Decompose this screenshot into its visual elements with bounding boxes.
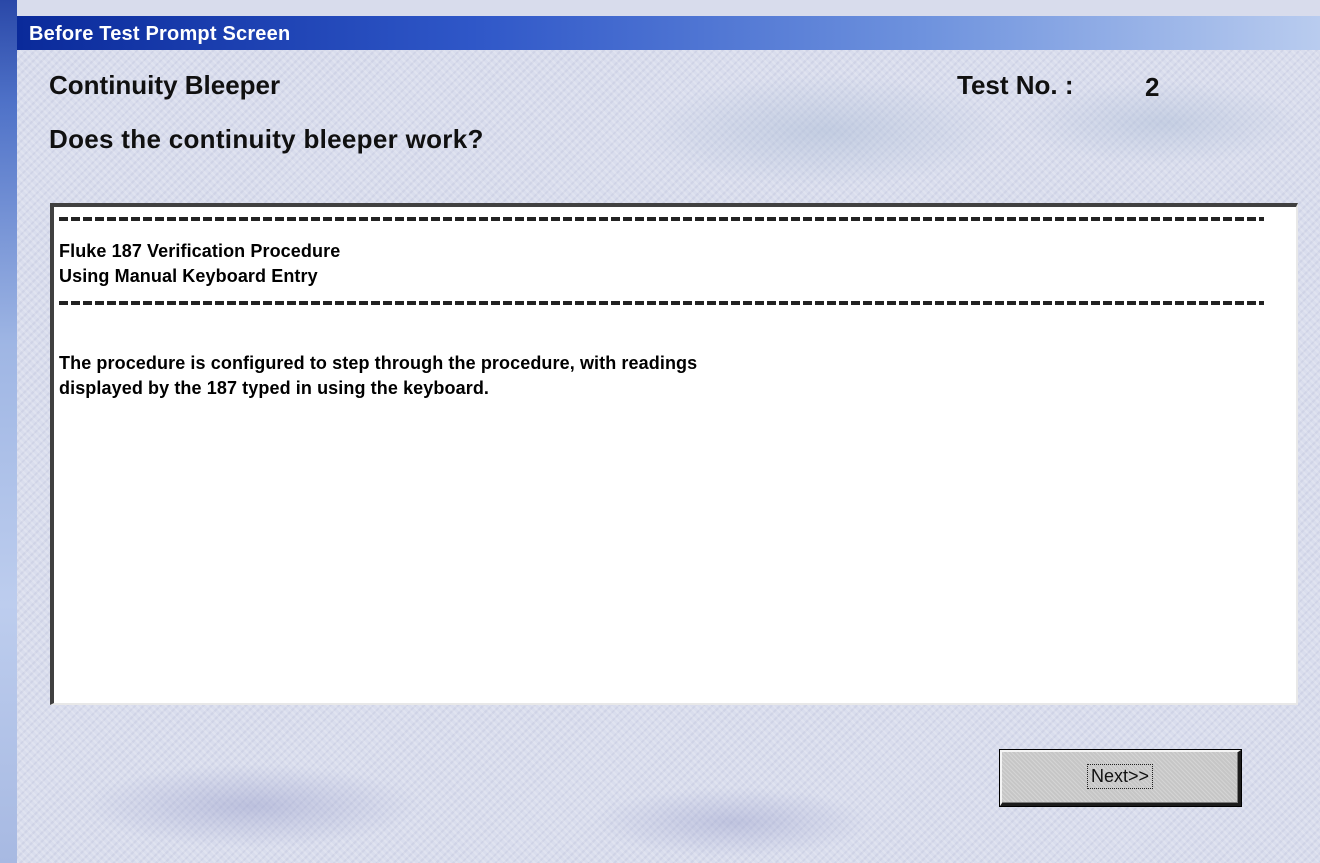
- procedure-body-line-2: displayed by the 187 typed in using the …: [59, 378, 490, 398]
- top-divider: [59, 217, 1264, 221]
- test-name-label: Continuity Bleeper: [49, 70, 281, 100]
- window-title: Before Test Prompt Screen: [29, 23, 291, 45]
- next-button[interactable]: Next>>: [1000, 750, 1241, 806]
- procedure-title: Fluke 187 Verification Procedure: [59, 241, 341, 261]
- window-client-area: Continuity Bleeper Test No. : 2 Does the…: [17, 50, 1320, 863]
- bottom-divider: [59, 301, 1264, 305]
- procedure-text-panel[interactable]: Fluke 187 Verification Procedure Using M…: [50, 203, 1298, 705]
- test-number-label: Test No. :: [957, 70, 1074, 100]
- next-button-label: Next>>: [1086, 764, 1154, 789]
- test-question: Does the continuity bleeper work?: [49, 124, 484, 154]
- test-number-value: 2: [1145, 72, 1160, 102]
- procedure-subtitle: Using Manual Keyboard Entry: [59, 266, 318, 286]
- procedure-body-line-1: The procedure is configured to step thro…: [59, 353, 698, 373]
- prompt-window: Before Test Prompt Screen Continuity Ble…: [0, 0, 1320, 863]
- desktop-edge: [0, 0, 17, 863]
- title-bar[interactable]: Before Test Prompt Screen: [17, 16, 1320, 50]
